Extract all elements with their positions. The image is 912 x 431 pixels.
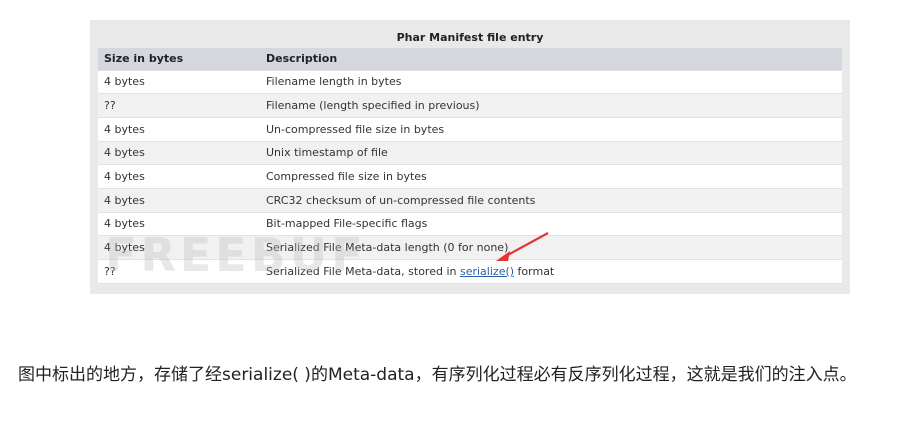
- cell-description: Un-compressed file size in bytes: [260, 117, 842, 142]
- table-row: 4 bytes Unix timestamp of file: [98, 141, 842, 166]
- manifest-figure: Phar Manifest file entry Size in bytes D…: [90, 20, 850, 294]
- table-row: 4 bytes CRC32 checksum of un-compressed …: [98, 188, 842, 213]
- header-description: Description: [260, 48, 842, 71]
- cell-description: Compressed file size in bytes: [260, 164, 842, 189]
- table-row: ?? Serialized File Meta-data, stored in …: [98, 259, 842, 284]
- cell-size: ??: [98, 93, 260, 118]
- cell-description: Filename length in bytes: [260, 70, 842, 95]
- cell-size: 4 bytes: [98, 235, 260, 260]
- body-paragraph: 图中标出的地方，存储了经serialize( )的Meta-data，有序列化过…: [18, 365, 857, 385]
- description-prefix: Serialized File Meta-data, stored in: [266, 264, 460, 278]
- serialize-link[interactable]: serialize(): [460, 265, 514, 278]
- cell-description: CRC32 checksum of un-compressed file con…: [260, 188, 842, 213]
- cell-size: 4 bytes: [98, 141, 260, 166]
- cell-size: 4 bytes: [98, 188, 260, 213]
- header-size: Size in bytes: [98, 48, 260, 71]
- manifest-table: Phar Manifest file entry Size in bytes D…: [98, 28, 842, 284]
- table-row: 4 bytes Bit-mapped File-specific flags: [98, 212, 842, 237]
- cell-size: 4 bytes: [98, 212, 260, 237]
- table-row: 4 bytes Filename length in bytes: [98, 70, 842, 95]
- cell-size: ??: [98, 259, 260, 284]
- red-arrow-icon: [496, 232, 549, 261]
- cell-size: 4 bytes: [98, 117, 260, 142]
- description-suffix: format: [514, 264, 555, 278]
- table-row: 4 bytes Compressed file size in bytes: [98, 164, 842, 189]
- table-row: ?? Filename (length specified in previou…: [98, 93, 842, 118]
- cell-description: Unix timestamp of file: [260, 141, 842, 166]
- table-caption: Phar Manifest file entry: [396, 31, 544, 44]
- table-row: 4 bytes Un-compressed file size in bytes: [98, 117, 842, 142]
- cell-size: 4 bytes: [98, 164, 260, 189]
- table-header-row: Size in bytes Description: [98, 48, 842, 71]
- table-row: 4 bytes Serialized File Meta-data length…: [98, 235, 842, 260]
- cell-size: 4 bytes: [98, 70, 260, 95]
- cell-description: Filename (length specified in previous): [260, 93, 842, 118]
